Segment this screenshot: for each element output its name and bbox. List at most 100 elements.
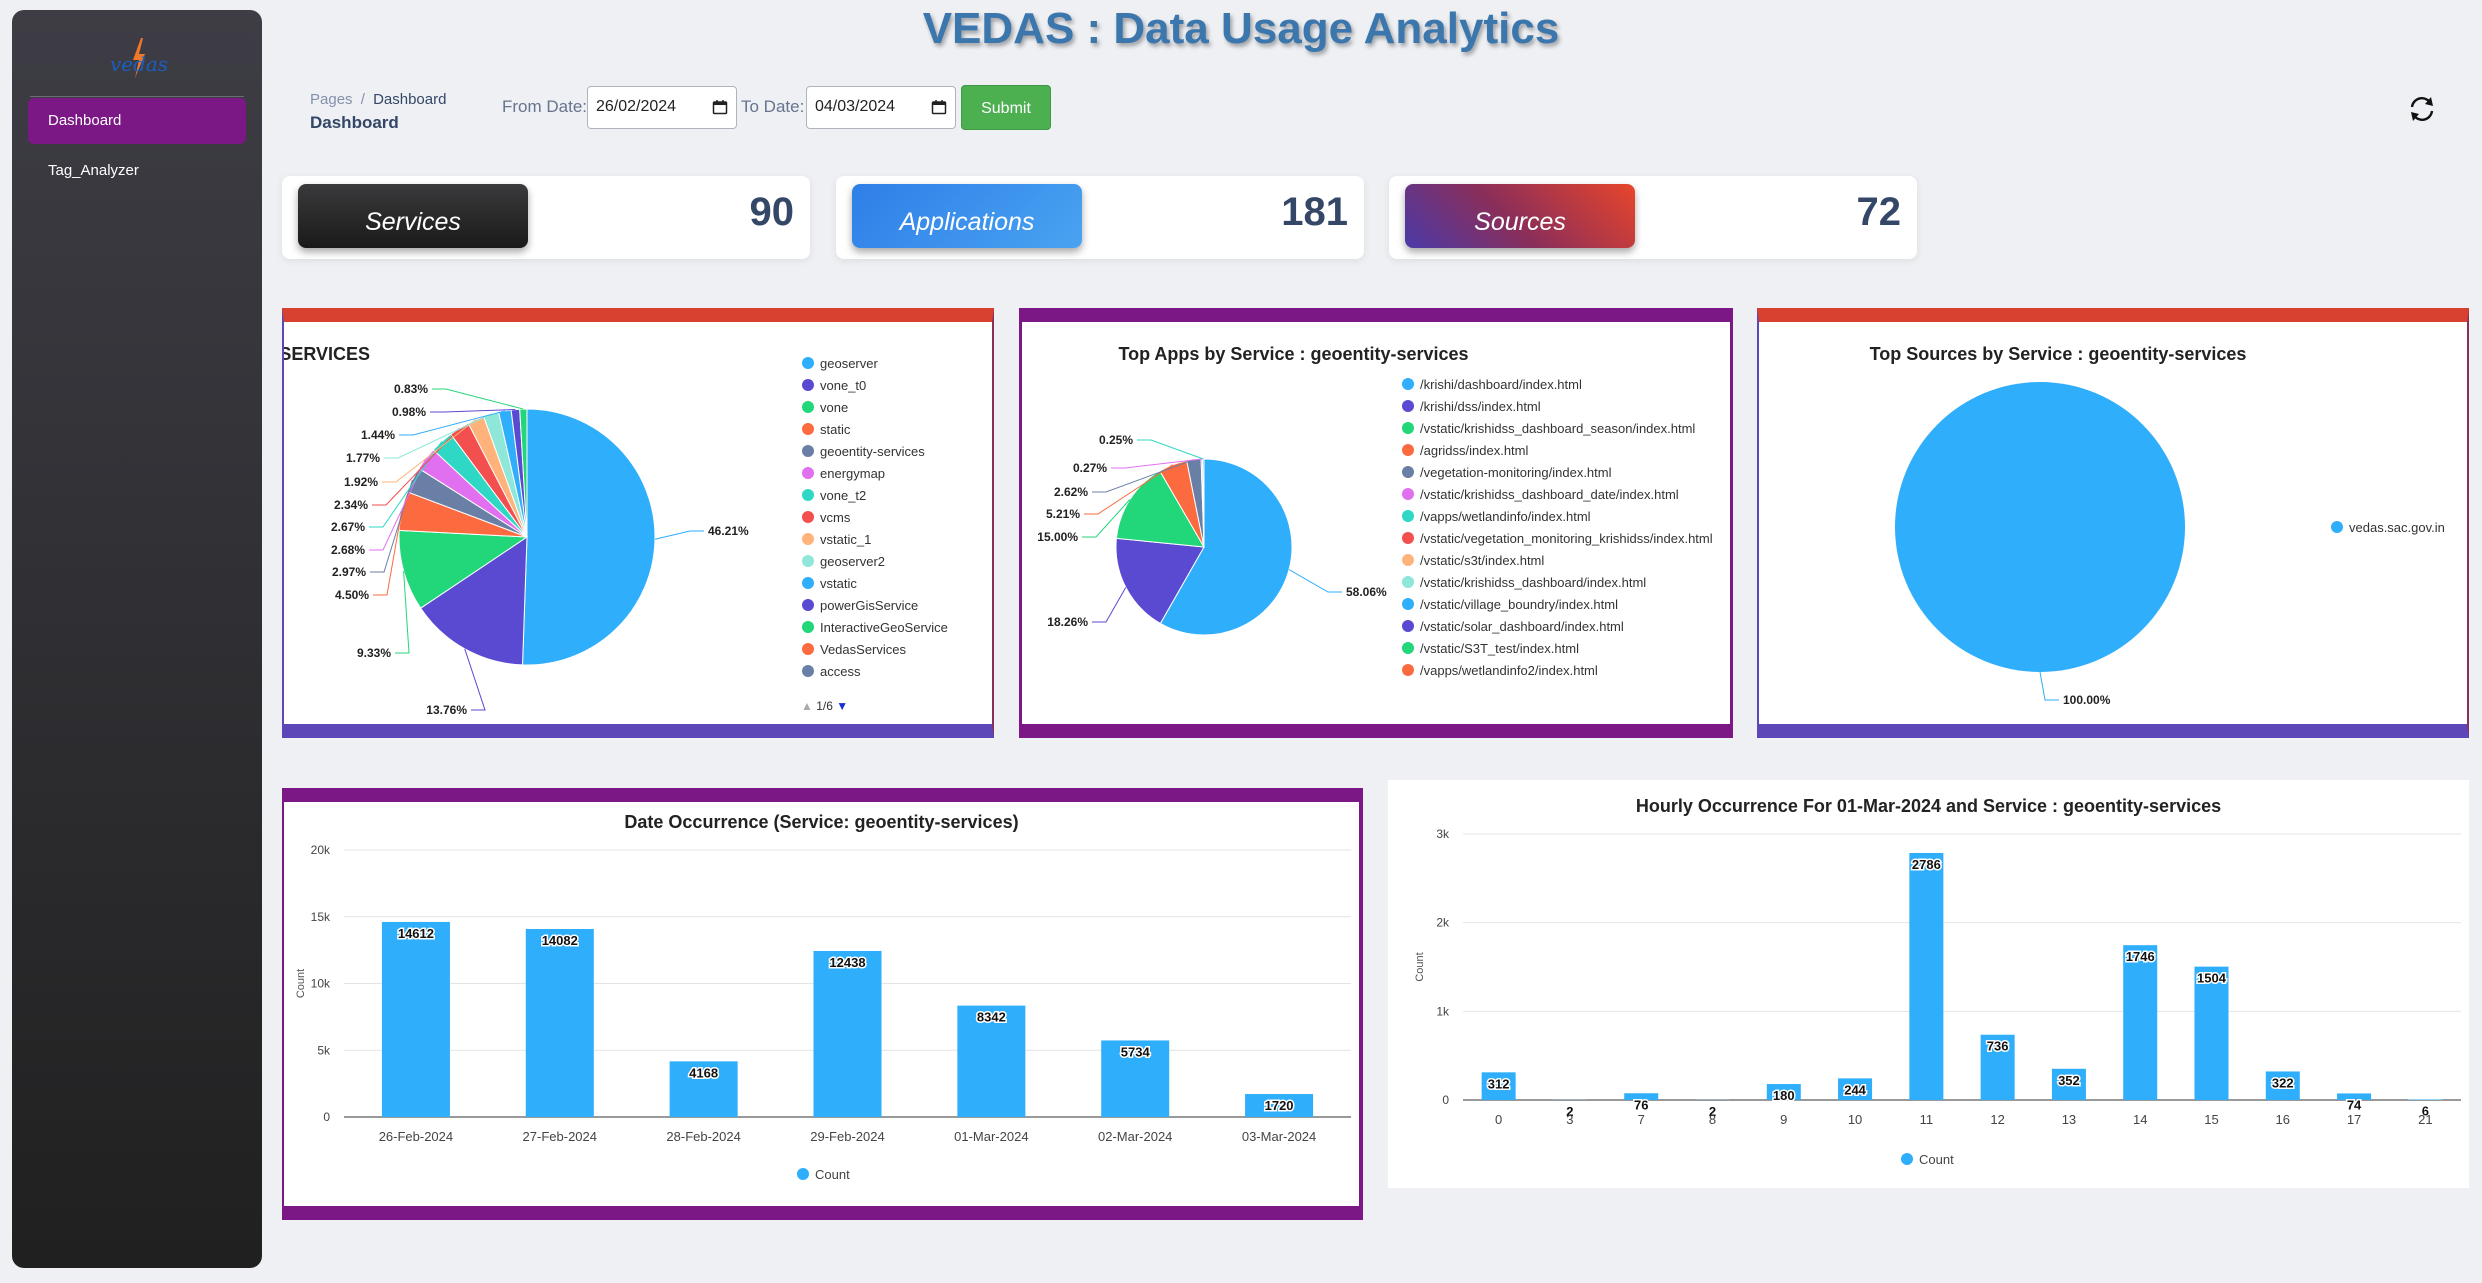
legend-label[interactable]: Count bbox=[1919, 1152, 1954, 1167]
legend-prev-icon[interactable]: ▲ bbox=[801, 699, 813, 713]
top-apps-pie[interactable]: 58.06% 18.26% 15.00% 5.21% 2.62% 0.27% 0.25% bbox=[1022, 322, 1402, 722]
legend-label: /krishi/dashboard/index.html bbox=[1420, 377, 1582, 392]
legend-item[interactable]: /agridss/index.html bbox=[1402, 443, 1528, 458]
breadcrumb: Pages / Dashboard bbox=[310, 91, 446, 108]
legend-item[interactable]: /vstatic/vegetation_monitoring_krishidss… bbox=[1402, 531, 1713, 546]
legend-item[interactable]: vone bbox=[802, 400, 848, 415]
pie-data-label: 0.98% bbox=[392, 405, 426, 419]
legend-label: /vapps/wetlandinfo/index.html bbox=[1420, 509, 1591, 524]
y-tick-label: 1k bbox=[1436, 1004, 1450, 1018]
legend-item[interactable]: vone_t0 bbox=[802, 378, 866, 393]
legend-item[interactable]: access bbox=[802, 664, 860, 679]
legend-label: InteractiveGeoService bbox=[820, 620, 948, 635]
legend-item[interactable]: /vstatic/krishidss_dashboard_date/index.… bbox=[1402, 487, 1679, 502]
y-tick-label: 0 bbox=[1442, 1093, 1449, 1107]
legend-item[interactable]: energymap bbox=[802, 466, 885, 481]
pie-slice[interactable] bbox=[1895, 382, 2185, 672]
pie-label-line bbox=[654, 530, 704, 540]
legend-item[interactable]: powerGisService bbox=[802, 598, 918, 613]
legend-item[interactable]: /krishi/dashboard/index.html bbox=[1402, 377, 1582, 392]
legend-item[interactable]: /vstatic/krishidss_dashboard_season/inde… bbox=[1402, 421, 1695, 436]
bar-data-label: 5734 bbox=[1121, 1044, 1151, 1059]
bar-data-label: 180 bbox=[1773, 1088, 1795, 1103]
x-tick-label: 27-Feb-2024 bbox=[523, 1129, 597, 1144]
legend-item[interactable]: geoserver2 bbox=[802, 554, 885, 569]
x-tick-label: 9 bbox=[1780, 1112, 1787, 1127]
pie-data-label: 9.33% bbox=[357, 646, 391, 660]
legend-next-icon[interactable]: ▼ bbox=[836, 699, 848, 713]
legend-item[interactable]: InteractiveGeoService bbox=[802, 620, 948, 635]
top-services-pie[interactable]: 46.21% 13.76% 9.33% 4.50% 2.97% 2.68% 2.67% 2.3… bbox=[284, 322, 804, 722]
top-apps-legend: /krishi/dashboard/index.html/krishi/dss/… bbox=[1402, 322, 1730, 722]
bar-data-label: 736 bbox=[1987, 1039, 2009, 1054]
date-occurrence-bar-chart[interactable]: 0 5k 10k 15k 20k Count 14612 26-Feb-2024 14082 27… bbox=[284, 802, 1359, 1202]
legend-item[interactable]: /vstatic/s3t/index.html bbox=[1402, 553, 1544, 568]
legend-item[interactable]: /vstatic/solar_dashboard/index.html bbox=[1402, 619, 1624, 634]
refresh-icon[interactable] bbox=[2406, 93, 2438, 125]
legend-item[interactable]: /vstatic/village_boundry/index.html bbox=[1402, 597, 1618, 612]
legend-item[interactable]: /vegetation-monitoring/index.html bbox=[1402, 465, 1612, 480]
bar-data-label: 1720 bbox=[1265, 1098, 1294, 1113]
legend-label[interactable]: Count bbox=[815, 1167, 850, 1182]
pie-label-line bbox=[373, 510, 403, 596]
legend-item[interactable]: vcms bbox=[802, 510, 850, 525]
calendar-icon[interactable] bbox=[712, 99, 728, 115]
legend-item[interactable]: geoentity-services bbox=[802, 444, 925, 459]
legend-item[interactable]: /vstatic/S3T_test/index.html bbox=[1402, 641, 1579, 656]
calendar-icon[interactable] bbox=[931, 99, 947, 115]
sidebar-item-tag-analyzer[interactable]: Tag_Analyzer bbox=[28, 148, 246, 194]
legend-marker bbox=[1402, 576, 1414, 588]
pie-label-line bbox=[432, 388, 524, 410]
top-apps-panel: Top Apps by Service : geoentity-services… bbox=[1019, 308, 1733, 738]
x-tick-label: 0 bbox=[1495, 1112, 1502, 1127]
bar[interactable] bbox=[381, 921, 450, 1117]
x-tick-label: 26-Feb-2024 bbox=[379, 1129, 453, 1144]
bar[interactable] bbox=[2408, 1099, 2443, 1100]
top-sources-pie[interactable]: 100.00% bbox=[1759, 322, 2319, 722]
from-date-input[interactable]: 26/02/2024 bbox=[587, 86, 737, 129]
legend-item[interactable]: /krishi/dss/index.html bbox=[1402, 399, 1541, 414]
bar[interactable] bbox=[813, 950, 882, 1117]
legend-item[interactable]: vstatic_1 bbox=[802, 532, 871, 547]
pie-data-label: 2.68% bbox=[331, 543, 365, 557]
hourly-occurrence-bar-chart[interactable]: 01k2k3kCount3120237672818092441027861173… bbox=[1388, 780, 2469, 1180]
legend-marker[interactable] bbox=[1901, 1153, 1913, 1165]
bar-data-label: 12438 bbox=[829, 955, 865, 970]
stat-card-applications[interactable]: Applications 181 bbox=[836, 176, 1364, 259]
legend-item[interactable]: /vstatic/krishidss_dashboard/index.html bbox=[1402, 575, 1646, 590]
legend-marker bbox=[802, 555, 814, 567]
legend-item[interactable]: VedasServices bbox=[802, 642, 906, 657]
pie-data-label: 46.21% bbox=[708, 524, 749, 538]
breadcrumb-root[interactable]: Pages bbox=[310, 91, 353, 108]
stat-label: Sources bbox=[1405, 184, 1635, 248]
legend-item[interactable]: geoserver bbox=[802, 356, 878, 371]
legend-marker bbox=[802, 445, 814, 457]
stat-card-services[interactable]: Services 90 bbox=[282, 176, 810, 259]
legend-item[interactable]: vstatic bbox=[802, 576, 857, 591]
to-date-input[interactable]: 04/03/2024 bbox=[806, 86, 956, 129]
sidebar-item-dashboard[interactable]: Dashboard bbox=[28, 98, 246, 144]
y-tick-label: 5k bbox=[317, 1043, 331, 1057]
pie-label-line bbox=[1288, 569, 1342, 593]
legend-label: /vstatic/krishidss_dashboard_date/index.… bbox=[1420, 487, 1679, 502]
bar[interactable] bbox=[2123, 945, 2158, 1100]
bar-data-label: 312 bbox=[1488, 1076, 1510, 1091]
legend-marker bbox=[802, 379, 814, 391]
pie-slice[interactable] bbox=[521, 408, 656, 666]
submit-button[interactable]: Submit bbox=[961, 85, 1051, 130]
legend-item[interactable]: vone_t2 bbox=[802, 488, 866, 503]
legend-item[interactable]: /vapps/wetlandinfo/index.html bbox=[1402, 509, 1591, 524]
x-tick-label: 7 bbox=[1638, 1112, 1645, 1127]
stat-value: 90 bbox=[749, 190, 795, 234]
bar[interactable] bbox=[2194, 966, 2229, 1100]
stat-card-sources[interactable]: Sources 72 bbox=[1389, 176, 1917, 259]
bar[interactable] bbox=[1909, 852, 1944, 1100]
legend-marker[interactable] bbox=[797, 1168, 809, 1180]
bar[interactable] bbox=[525, 929, 594, 1117]
legend-item[interactable]: /vapps/wetlandinfo2/index.html bbox=[1402, 663, 1598, 678]
legend-item[interactable]: static bbox=[802, 422, 850, 437]
legend-marker bbox=[802, 577, 814, 589]
legend-item[interactable]: vedas.sac.gov.in bbox=[2331, 520, 2445, 535]
legend-pager[interactable]: ▲ 1/6 ▼ bbox=[801, 699, 848, 713]
x-tick-label: 13 bbox=[2062, 1112, 2076, 1127]
